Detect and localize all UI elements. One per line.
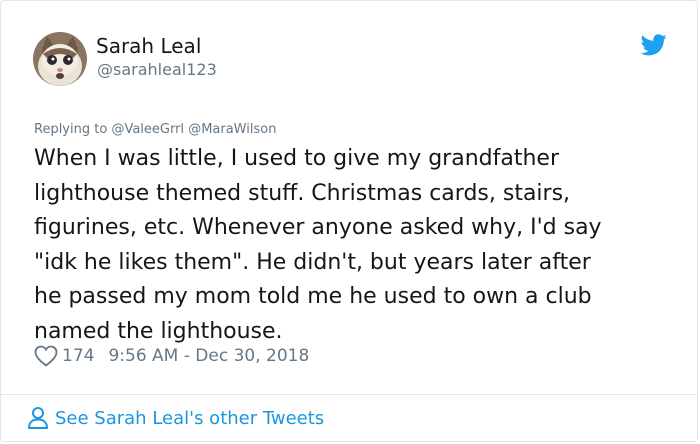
divider <box>1 394 697 395</box>
tweet-text: When I was little, I used to give my gra… <box>34 146 602 344</box>
author-name[interactable]: Sarah Leal <box>96 34 201 58</box>
person-icon <box>28 407 48 429</box>
mention-valeegrrl[interactable]: @ValeeGrrl <box>111 122 184 137</box>
avatar[interactable] <box>33 32 87 86</box>
see-other-tweets-link[interactable]: See Sarah Leal's other Tweets <box>27 406 324 430</box>
see-other-tweets-label: See Sarah Leal's other Tweets <box>55 407 325 429</box>
tweet-timestamp[interactable]: 9:56 AM - Dec 30, 2018 <box>108 346 309 366</box>
mention-marawilson[interactable]: @MaraWilson <box>188 122 276 137</box>
replying-to: Replying to @ValeeGrrl @MaraWilson <box>34 122 276 137</box>
replying-prefix: Replying to <box>34 122 108 137</box>
tweet-card: Sarah Leal @sarahleal123 Replying to @Va… <box>0 0 698 442</box>
heart-icon[interactable] <box>34 345 58 367</box>
cat-avatar-icon <box>33 32 87 86</box>
tweet-meta: 174 9:56 AM - Dec 30, 2018 <box>34 345 309 367</box>
author-handle[interactable]: @sarahleal123 <box>97 60 217 79</box>
twitter-bird-icon[interactable] <box>641 34 667 56</box>
like-count[interactable]: 174 <box>62 346 94 366</box>
